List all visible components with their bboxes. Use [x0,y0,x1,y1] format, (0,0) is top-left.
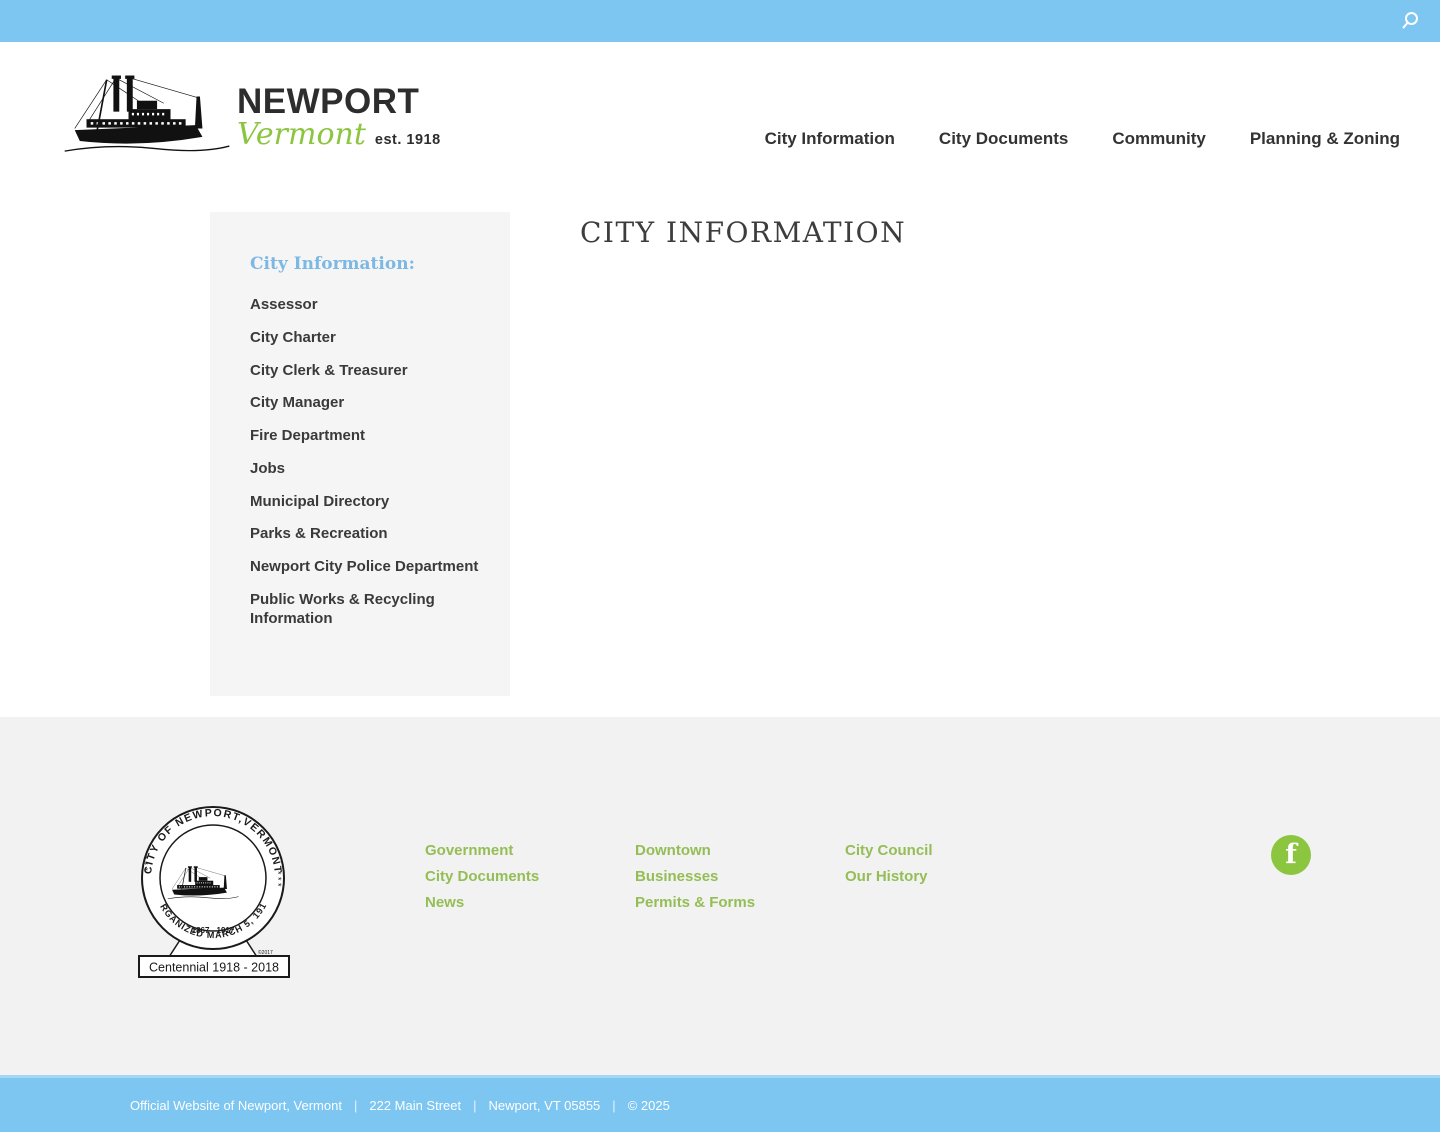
city-state-zip: Newport, VT 05855 [489,1098,601,1113]
list-item: Municipal Directory [250,493,490,512]
seal-banner-text: Centennial 1918 - 2018 [149,961,279,975]
footer-link-our-history[interactable]: Our History [845,864,1055,890]
facebook-button[interactable]: f [1271,835,1311,875]
logo-state-name: Vermont [237,119,366,151]
search-button[interactable] [1394,5,1426,37]
sidebar-item-city-charter[interactable]: City Charter [250,329,336,348]
footer-column-downtown: Downtown Businesses Permits & Forms [635,838,845,916]
list-item: Public Works & Recycling Information [250,591,490,629]
list-item: City Charter [250,329,490,348]
steamboat-logo-icon [63,73,231,157]
official-site-label: Official Website of Newport, Vermont [130,1098,342,1113]
copyright: © 2025 [628,1098,670,1113]
sidebar-item-public-works-recycling[interactable]: Public Works & Recycling Information [250,591,480,629]
sidebar-item-police-department[interactable]: Newport City Police Department [250,558,478,577]
facebook-icon: f [1285,841,1297,868]
main-content: City Information: Assessor City Charter … [0,175,1440,717]
sidebar-item-city-clerk-treasurer[interactable]: City Clerk & Treasurer [250,362,408,381]
seal-ornament-left: * * * [143,855,153,871]
footer-link-permits-forms[interactable]: Permits & Forms [635,890,845,916]
sidebar-item-assessor[interactable]: Assessor [250,296,318,315]
nav-item-planning-zoning[interactable]: Planning & Zoning [1250,130,1400,147]
seal-small-copyright: ©2017 [258,949,273,956]
nav-item-city-information[interactable]: City Information [765,130,895,147]
footer-link-businesses[interactable]: Businesses [635,864,845,890]
city-seal: CITY OF NEWPORT,VERMONT * * * * * * Lady… [136,805,293,980]
site-logo[interactable]: NEWPORT Vermont est. 1918 [63,54,441,175]
main-nav: City Information City Documents Communit… [765,130,1400,147]
footer-link-city-documents[interactable]: City Documents [425,864,635,890]
footer-link-news[interactable]: News [425,890,635,916]
seal-ornament-right: * * * [273,871,283,887]
sidebar-heading: City Information: [250,254,490,274]
svg-text:Lady of the Lake: Lady of the Lake [136,805,139,807]
separator: | [354,1098,357,1113]
list-item: City Clerk & Treasurer [250,362,490,381]
page-title: CITY INFORMATION [580,216,906,249]
list-item: City Manager [250,394,490,413]
separator: | [612,1098,615,1113]
footer-link-city-council[interactable]: City Council [845,838,1055,864]
sidebar-item-fire-department[interactable]: Fire Department [250,427,365,446]
footer-link-government[interactable]: Government [425,838,635,864]
list-item: Fire Department [250,427,490,446]
site-footer: CITY OF NEWPORT,VERMONT * * * * * * Lady… [0,717,1440,1075]
sidebar-item-parks-recreation[interactable]: Parks & Recreation [250,525,388,544]
nav-item-city-documents[interactable]: City Documents [939,130,1068,147]
city-information-sidebar: City Information: Assessor City Charter … [210,212,510,696]
bottom-bar: Official Website of Newport, Vermont | 2… [0,1075,1440,1132]
logo-text: NEWPORT Vermont est. 1918 [237,84,441,151]
seal-boat-label: Lady of the Lake [136,805,139,807]
logo-established: est. 1918 [375,132,441,148]
street-address: 222 Main Street [369,1098,461,1113]
footer-column-council: City Council Our History [845,838,1055,916]
logo-city-name: NEWPORT [237,84,441,119]
topbar [0,0,1440,42]
search-icon [1400,11,1420,31]
footer-column-government: Government City Documents News [425,838,635,916]
footer-link-columns: Government City Documents News Downtown … [425,838,1055,916]
sidebar-item-jobs[interactable]: Jobs [250,460,285,479]
list-item: Newport City Police Department [250,558,490,577]
sidebar-item-city-manager[interactable]: City Manager [250,394,344,413]
sidebar-item-municipal-directory[interactable]: Municipal Directory [250,493,389,512]
separator: | [473,1098,476,1113]
list-item: Jobs [250,460,490,479]
site-header: NEWPORT Vermont est. 1918 City Informati… [0,42,1440,175]
sidebar-list: Assessor City Charter City Clerk & Treas… [250,296,490,628]
nav-item-community[interactable]: Community [1112,130,1206,147]
list-item: Assessor [250,296,490,315]
footer-link-downtown[interactable]: Downtown [635,838,845,864]
list-item: Parks & Recreation [250,525,490,544]
